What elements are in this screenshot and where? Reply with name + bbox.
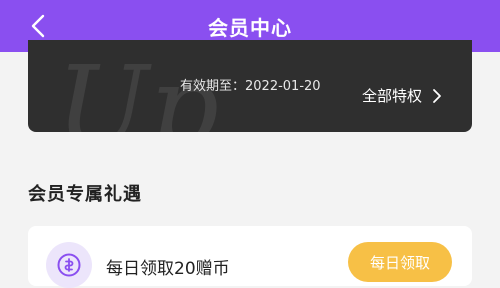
- all-perks-label: 全部特权: [361, 87, 422, 105]
- chevron-left-icon: [31, 14, 45, 38]
- all-perks-link[interactable]: 全部特权: [362, 85, 442, 106]
- section-title: 会员专属礼遇: [28, 184, 142, 205]
- page-title: 会员中心: [208, 15, 292, 40]
- expire-date: 有效期至：2022-01-20: [180, 79, 321, 94]
- member-card: Up 有效期至：2022-01-20 全部特权: [28, 40, 472, 132]
- chevron-right-icon: [433, 88, 441, 103]
- back-button[interactable]: [26, 11, 50, 41]
- coin-icon: [57, 253, 81, 277]
- reward-item: 每日领取20赠币 每日领取: [28, 226, 472, 288]
- reward-label: 每日领取20赠币: [106, 259, 230, 279]
- claim-button[interactable]: 每日领取: [348, 242, 452, 282]
- reward-icon-badge: [46, 242, 92, 288]
